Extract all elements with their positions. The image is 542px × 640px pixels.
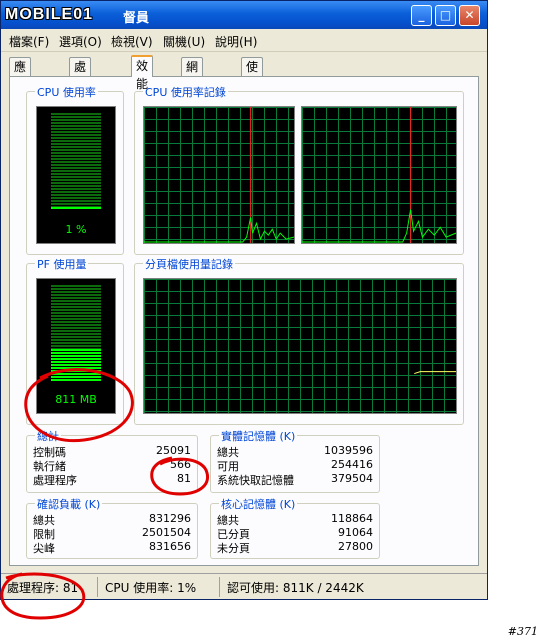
menu-help[interactable]: 說明(H) (215, 33, 257, 50)
status-bar: 處理程序: 81 CPU 使用率: 1% 認可使用: 811K / 2442K (1, 573, 487, 599)
kernel-total-row: 總共 118864 (217, 512, 373, 527)
title-logo: MOBILE01 (5, 6, 94, 23)
tab-processes[interactable]: 處理程序 (69, 57, 92, 128)
physical-available-value: 254416 (331, 458, 373, 471)
cpu-usage-meter: 1 % (36, 106, 116, 244)
menu-bar: 檔案(F) 選項(O) 檢視(V) 關機(U) 說明(H) (1, 29, 487, 52)
performance-panel: CPU 使用率 1 % CPU 使用率記錄 PF 使用量 811 MB 分頁檔使… (9, 76, 479, 566)
cpu-level-line (51, 207, 101, 210)
commit-total-row: 總共 831296 (33, 512, 191, 527)
status-divider (97, 577, 98, 597)
status-processes: 處理程序: 81 (7, 581, 79, 595)
pf-usage-value: 811 MB (55, 393, 97, 406)
cpu-history-graph-1 (143, 106, 295, 244)
cpu-history-trace-1 (144, 107, 294, 243)
kernel-memory-group: 核心記憶體 (K) 總共 118864 已分頁 91064 未分頁 27800 (210, 496, 380, 559)
cpu-history-label: CPU 使用率記錄 (143, 84, 228, 100)
status-commit: 認可使用: 811K / 2442K (227, 581, 364, 595)
physical-memory-label: 實體記憶體 (K) (219, 428, 298, 444)
commit-charge-group: 確認負載 (K) 總共 831296 限制 2501504 尖峰 831656 (26, 496, 198, 559)
commit-limit-row: 限制 2501504 (33, 526, 191, 541)
physical-total-value: 1039596 (324, 444, 373, 457)
commit-total-value: 831296 (149, 512, 191, 525)
kernel-paged-value: 91064 (338, 526, 373, 539)
kernel-nonpaged-value: 27800 (338, 540, 373, 553)
pf-usage-label: PF 使用量 (35, 256, 89, 272)
menu-file[interactable]: 檔案(F) (9, 33, 49, 50)
kernel-nonpaged-row: 未分頁 27800 (217, 540, 373, 555)
maximize-button[interactable]: □ (435, 5, 456, 26)
minimize-button[interactable]: _ (411, 5, 432, 26)
tab-applications[interactable]: 應用程式 (9, 57, 32, 128)
cpu-usage-value: 1 % (65, 223, 87, 236)
totals-label: 總計 (35, 428, 61, 444)
cpu-history-trace-2 (302, 107, 456, 243)
totals-processes-row: 處理程序 81 (33, 472, 191, 487)
kernel-paged-row: 已分頁 91064 (217, 526, 373, 541)
totals-handles-value: 25091 (156, 444, 191, 457)
pf-history-graph (143, 278, 457, 414)
physical-cache-key: 系統快取記憶體 (217, 474, 294, 487)
physical-available-row: 可用 254416 (217, 458, 373, 473)
title-bar[interactable]: MOBILE01 督員 _ □ ✕ (1, 1, 487, 29)
pf-usage-meter: 811 MB (36, 278, 116, 414)
tab-performance[interactable]: 效能 (131, 55, 154, 91)
totals-processes-key: 處理程序 (33, 474, 77, 487)
cpu-meter-bars (51, 113, 101, 209)
status-divider (219, 577, 220, 597)
physical-memory-group: 實體記憶體 (K) 總共 1039596 可用 254416 系統快取記憶體 3795… (210, 428, 380, 493)
kernel-total-value: 118864 (331, 512, 373, 525)
close-button[interactable]: ✕ (459, 5, 480, 26)
commit-limit-value: 2501504 (142, 526, 191, 539)
totals-threads-value: 566 (170, 458, 191, 471)
window-title: 督員 (123, 11, 150, 26)
cpu-usage-label: CPU 使用率 (35, 84, 98, 100)
pf-usage-group: PF 使用量 811 MB (26, 256, 124, 425)
totals-threads-row: 執行緒 566 (33, 458, 191, 473)
commit-charge-label: 確認負載 (K) (35, 496, 103, 512)
physical-cache-row: 系統快取記憶體 379504 (217, 472, 373, 487)
totals-processes-value: 81 (177, 472, 191, 485)
commit-peak-key: 尖峰 (33, 542, 55, 555)
task-manager-window: MOBILE01 督員 _ □ ✕ 檔案(F) 選項(O) 檢視(V) 關機(U… (0, 0, 488, 600)
totals-group: 總計 控制碼 25091 執行緒 566 處理程序 81 (26, 428, 198, 493)
totals-handles-row: 控制碼 25091 (33, 444, 191, 459)
cpu-history-graph-2 (301, 106, 457, 244)
menu-options[interactable]: 選項(O) (59, 33, 102, 50)
cpu-history-group: CPU 使用率記錄 (134, 84, 464, 255)
watermark: #371 (507, 625, 538, 638)
pf-history-group: 分頁檔使用量記錄 (134, 256, 464, 425)
pf-level-fill (51, 349, 101, 381)
pf-history-trace (414, 371, 456, 375)
cpu-usage-group: CPU 使用率 1 % (26, 84, 124, 255)
tab-networking[interactable]: 網路功能 (181, 57, 204, 128)
status-cpu-usage: CPU 使用率: 1% (105, 581, 197, 595)
menu-view[interactable]: 檢視(V) (111, 33, 153, 50)
kernel-memory-label: 核心記憶體 (K) (219, 496, 298, 512)
pf-history-label: 分頁檔使用量記錄 (143, 256, 235, 272)
commit-peak-row: 尖峰 831656 (33, 540, 191, 555)
menu-shutdown[interactable]: 關機(U) (163, 33, 205, 50)
commit-peak-value: 831656 (149, 540, 191, 553)
physical-total-row: 總共 1039596 (217, 444, 373, 459)
tab-users[interactable]: 使用者 (241, 57, 264, 110)
physical-cache-value: 379504 (331, 472, 373, 485)
kernel-nonpaged-key: 未分頁 (217, 542, 250, 555)
